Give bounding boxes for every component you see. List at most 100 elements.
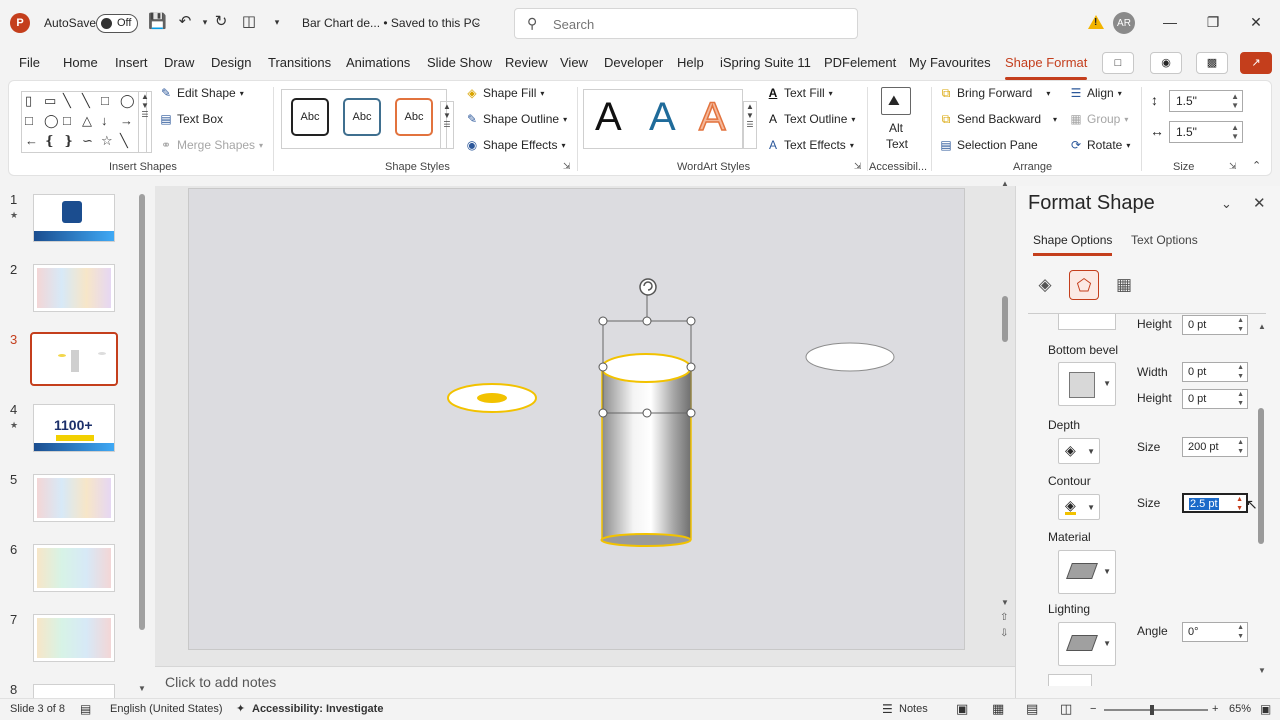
pane-scrollbar[interactable] <box>1258 408 1264 544</box>
shape-outline-button[interactable]: ✎ Shape Outline ▾ <box>465 112 567 126</box>
effects-pentagon-icon[interactable]: ⬠ <box>1069 270 1099 300</box>
shapes-gallery-scroll[interactable]: ▲ ▼ ☰ <box>138 91 152 153</box>
pane-scroll-down-icon[interactable]: ▼ <box>1258 666 1266 675</box>
curve-shape-icon[interactable]: ∽ <box>82 133 93 149</box>
next-slide-icon[interactable]: ⇩ <box>1000 628 1008 639</box>
pane-scroll-up-icon[interactable]: ▲ <box>1258 322 1266 331</box>
zoom-slider[interactable] <box>1104 705 1208 715</box>
line3-shape-icon[interactable]: ╲ <box>120 133 128 149</box>
shape-styles-launcher-icon[interactable]: ⇲ <box>563 161 571 172</box>
shape-styles-scroll[interactable]: ▲ ▼ ☰ <box>440 101 454 149</box>
reading-view-icon[interactable]: ▤ <box>1026 701 1038 717</box>
thumbnails-scrollbar[interactable] <box>139 194 145 630</box>
spinner-icon[interactable]: ▲ ▼ <box>1231 92 1239 110</box>
arrow-down-shape-icon[interactable]: ↓ <box>101 113 108 128</box>
spinner-icon[interactable]: ▲ ▼ <box>1236 495 1243 513</box>
scroll-down-icon[interactable]: ▼ <box>138 684 146 693</box>
tab-ispring[interactable]: iSpring Suite 11 <box>720 55 811 70</box>
notes-pane[interactable]: Click to add notes <box>155 666 1015 696</box>
record-icon[interactable]: ◉ <box>1150 52 1182 74</box>
spelling-icon[interactable]: ▤ <box>80 702 91 716</box>
canvas-scroll-down-icon[interactable]: ▼ <box>1001 598 1009 607</box>
search-input[interactable] <box>553 15 833 33</box>
wordart-scroll[interactable]: ▲ ▼ ☰ <box>743 101 757 149</box>
contour-color-dropdown[interactable]: ◈ ▼ <box>1058 494 1100 520</box>
shape-style-orange[interactable]: Abc <box>395 98 433 136</box>
merge-shapes-button[interactable]: ⚭ Merge Shapes ▾ <box>159 138 263 152</box>
warning-icon[interactable]: ! <box>1088 15 1104 29</box>
spinner-icon[interactable]: ▲ ▼ <box>1237 623 1244 641</box>
save-icon[interactable]: 💾 <box>148 13 167 31</box>
notes-button[interactable]: Notes <box>899 703 928 715</box>
star-shape-icon[interactable]: ☆ <box>101 133 113 149</box>
undo-icon[interactable]: ↶ <box>176 13 194 31</box>
slide-shapes[interactable] <box>189 189 966 651</box>
tab-text-options[interactable]: Text Options <box>1131 233 1198 247</box>
contour-size-input[interactable]: 2.5 pt ▲ ▼ <box>1182 493 1248 513</box>
zoom-out-icon[interactable]: − <box>1090 703 1096 715</box>
text-outline-button[interactable]: A Text Outline ▾ <box>766 112 855 126</box>
slide-thumbnail-7[interactable] <box>33 614 115 662</box>
size-properties-icon[interactable]: ▦ <box>1109 270 1139 300</box>
square-shape-icon[interactable]: □ <box>101 93 109 108</box>
slide-thumbnail-2[interactable] <box>33 264 115 312</box>
restore-icon[interactable]: ❐ <box>1203 12 1223 32</box>
reset-button[interactable] <box>1048 674 1092 686</box>
angle-input[interactable]: 0° ▲ ▼ <box>1182 622 1248 642</box>
bring-forward-button[interactable]: ⧉ Bring Forward ▾ <box>939 86 1051 100</box>
pane-options-chevron-icon[interactable]: ⌄ <box>1221 196 1232 212</box>
slideshow-icon[interactable]: ◫ <box>1060 701 1072 717</box>
line2-shape-icon[interactable]: ╲ <box>82 93 90 109</box>
bottom-bevel-dropdown[interactable]: ▼ <box>1058 362 1116 406</box>
wordart-black[interactable]: A <box>595 95 622 140</box>
shape-height-input[interactable]: 1.5" ▲ ▼ <box>1169 90 1243 112</box>
cylinder-shape[interactable] <box>600 353 692 547</box>
teams-icon[interactable]: ▩ <box>1196 52 1228 74</box>
spinner-icon[interactable]: ▲ ▼ <box>1237 390 1244 408</box>
bottom-height-input[interactable]: 0 pt ▲ ▼ <box>1182 389 1248 409</box>
share-icon[interactable]: ↗ <box>1240 52 1272 74</box>
bottom-width-input[interactable]: 0 pt ▲ ▼ <box>1182 362 1248 382</box>
tab-pdfelement[interactable]: PDFelement <box>824 55 896 70</box>
arrow-left-shape-icon[interactable]: ← <box>25 133 38 148</box>
slide-thumbnail-1[interactable] <box>33 194 115 242</box>
shape-style-blue[interactable]: Abc <box>343 98 381 136</box>
yellow-ellipse-shape[interactable] <box>447 383 537 413</box>
lighting-dropdown[interactable]: ▼ <box>1058 622 1116 666</box>
top-height-input[interactable]: 0 pt ▲ ▼ <box>1182 315 1248 335</box>
tab-review[interactable]: Review <box>505 55 548 70</box>
zoom-slider-thumb[interactable] <box>1150 705 1154 715</box>
tab-developer[interactable]: Developer <box>604 55 663 70</box>
tab-home[interactable]: Home <box>63 55 98 70</box>
slide-thumbnail-4[interactable]: 1100+ <box>33 404 115 452</box>
document-title[interactable]: Bar Chart de... • Saved to this PC <box>302 16 480 30</box>
present-icon[interactable]: ◫ <box>240 13 258 31</box>
text-fill-button[interactable]: A Text Fill ▾ <box>766 86 833 100</box>
tab-view[interactable]: View <box>560 55 588 70</box>
rotate-handle-icon[interactable] <box>639 278 657 296</box>
align-button[interactable]: ☰ Align ▾ <box>1069 86 1122 100</box>
tab-help[interactable]: Help <box>677 55 704 70</box>
send-backward-button[interactable]: ⧉ Send Backward ▾ <box>939 112 1057 126</box>
rotate-button[interactable]: ⟳ Rotate ▾ <box>1069 138 1130 152</box>
close-icon[interactable]: ✕ <box>1246 12 1266 32</box>
minimize-icon[interactable]: — <box>1160 12 1180 32</box>
edit-shape-button[interactable]: ✎ Edit Shape ▾ <box>159 86 244 100</box>
spinner-icon[interactable]: ▲ ▼ <box>1237 363 1244 381</box>
shapes-gallery[interactable]: ▯ ▭ ╲ ╲ □ ◯ □ ◯ □ △ ↓ → ← ❴ ❵ ∽ ☆ ╲ <box>21 91 147 153</box>
autosave-toggle[interactable]: Off <box>96 14 138 33</box>
slide-sorter-icon[interactable]: ▦ <box>992 701 1004 717</box>
alt-text-label-2[interactable]: Text <box>886 137 908 151</box>
tab-transitions[interactable]: Transitions <box>268 55 331 70</box>
tab-my-favourites[interactable]: My Favourites <box>909 55 991 70</box>
text-box-button[interactable]: ▤ Text Box <box>159 112 223 126</box>
search-box[interactable]: ⚲ <box>514 8 858 39</box>
spinner-icon[interactable]: ▲ ▼ <box>1237 438 1244 456</box>
pane-close-icon[interactable]: ✕ <box>1253 194 1266 212</box>
zoom-in-icon[interactable]: + <box>1212 703 1218 715</box>
tab-shape-format[interactable]: Shape Format <box>1005 55 1088 80</box>
square3-shape-icon[interactable]: □ <box>63 113 71 128</box>
slide-canvas[interactable] <box>188 188 965 650</box>
fill-line-icon[interactable]: ◈ <box>1030 270 1060 300</box>
tab-design[interactable]: Design <box>211 55 251 70</box>
